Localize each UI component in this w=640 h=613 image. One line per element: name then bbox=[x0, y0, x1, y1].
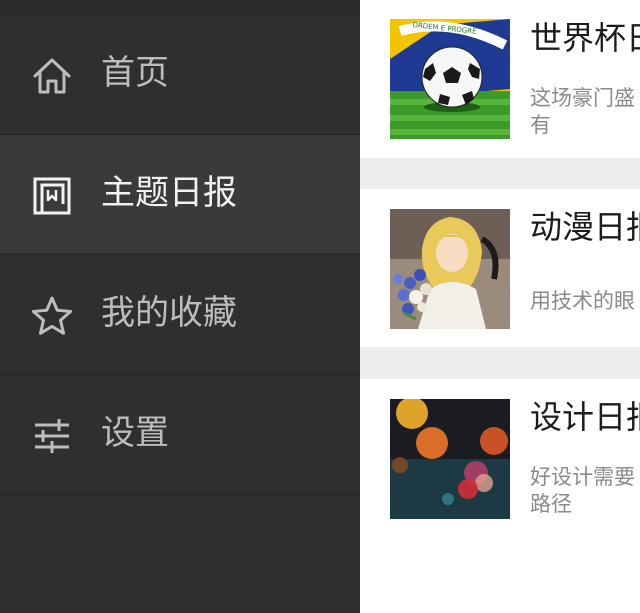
feed-card-design[interactable]: 设计日报 好设计需要 路径 bbox=[360, 379, 640, 528]
drawer-top-strip bbox=[0, 0, 360, 15]
menu-item-favorites[interactable]: 我的收藏 bbox=[0, 254, 360, 373]
menu-item-topic-daily[interactable]: 主题日报 bbox=[0, 134, 360, 253]
card-title: 动漫日报 bbox=[530, 208, 640, 246]
menu-item-favorites-label: 我的收藏 bbox=[101, 293, 237, 333]
card-summary-line2: 有 bbox=[530, 113, 551, 137]
feed-card-anime[interactable]: 动漫日报 用技术的眼 bbox=[360, 189, 640, 347]
settings-sliders-icon bbox=[35, 419, 69, 453]
topic-daily-icon bbox=[33, 177, 71, 215]
menu-item-settings-label: 设置 bbox=[101, 413, 169, 453]
card-thumbnail-anime bbox=[390, 209, 510, 329]
card-summary-line2: 路径 bbox=[530, 492, 572, 516]
home-icon bbox=[33, 58, 71, 94]
card-title: 世界杯日 bbox=[530, 19, 640, 57]
menu-item-partial bbox=[0, 494, 360, 613]
card-title: 设计日报 bbox=[530, 398, 640, 436]
card-thumbnail-bokeh bbox=[390, 399, 510, 519]
menu-item-home[interactable]: 首页 bbox=[0, 14, 360, 133]
feed-card-world-cup[interactable]: ORDEM E PROGRE 世界杯日 这场豪门盛 有 bbox=[360, 0, 640, 158]
menu-item-settings[interactable]: 设置 bbox=[0, 374, 360, 493]
topic-feed: ORDEM E PROGRE 世界杯日 这场豪门盛 有 bbox=[360, 0, 640, 528]
menu-item-topic-daily-label: 主题日报 bbox=[101, 173, 237, 213]
navigation-drawer: 首页 主题日报 我的收藏 设置 bbox=[0, 0, 360, 613]
card-summary-line1: 这场豪门盛 bbox=[530, 86, 635, 110]
menu-item-home-label: 首页 bbox=[101, 53, 169, 93]
card-summary-line1: 好设计需要 bbox=[530, 465, 635, 489]
card-thumbnail-soccer: ORDEM E PROGRE bbox=[390, 19, 510, 139]
star-icon bbox=[31, 296, 73, 335]
card-summary-line1: 用技术的眼 bbox=[530, 289, 635, 313]
